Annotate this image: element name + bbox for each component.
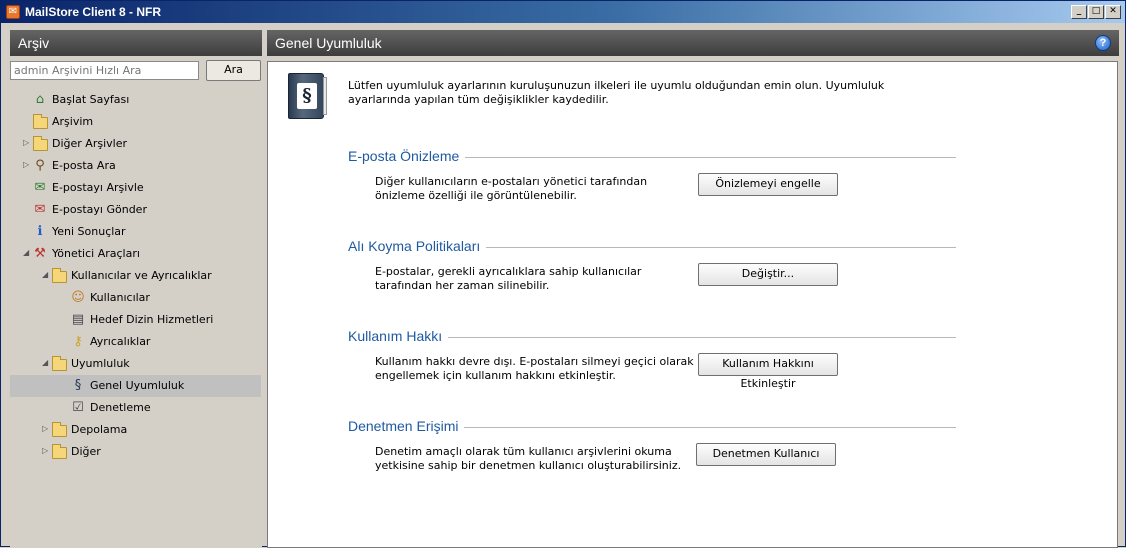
tree-item-e-posta-ara[interactable]: ▷ ⚲ E-posta Ara [10, 155, 261, 177]
tree-item-diger[interactable]: ▷ Diğer [10, 441, 261, 463]
tree-item-hedef-dizin-hizmetleri[interactable]: ▤ Hedef Dizin Hizmetleri [10, 309, 261, 331]
archive-pane: Arşiv Ara ⌂ Başlat Sayfası Arşivim ▷ Diğer A… [10, 30, 262, 548]
tree-item-denetleme[interactable]: ☑ Denetleme [10, 397, 261, 419]
tree-item-arsivim[interactable]: Arşivim [10, 111, 261, 133]
block-preview-button[interactable]: Önizlemeyi engelle [698, 173, 838, 196]
help-icon[interactable]: ? [1095, 35, 1111, 51]
collapsed-arrow-icon[interactable]: ▷ [42, 424, 50, 434]
law-book-icon: § [288, 73, 327, 119]
tree-item-label: Kullanıcılar [90, 291, 150, 304]
tree-item-yeni-sonuclar[interactable]: ℹ Yeni Sonuçlar [10, 221, 261, 243]
tree-item-label: Kullanıcılar ve Ayrıcalıklar [71, 269, 212, 282]
directory-services-icon: ▤ [71, 312, 85, 327]
tree-item-label: Yönetici Araçları [52, 247, 140, 260]
minimize-button[interactable]: _ [1071, 5, 1087, 19]
folder-icon [52, 422, 67, 437]
expanded-arrow-icon[interactable]: ◢ [23, 248, 31, 258]
maximize-button[interactable]: □ [1088, 5, 1104, 19]
quick-search-input[interactable] [10, 61, 199, 80]
archive-pane-header: Arşiv [10, 30, 262, 56]
intro-text: Lütfen uyumluluk ayarlarının kuruluşunuz… [348, 79, 885, 106]
general-compliance-pane: Genel Uyumluluk ? § Lütfen uyumluluk aya… [267, 30, 1119, 548]
section-title: Denetmen Erişimi [348, 418, 465, 434]
page-title-bar: Genel Uyumluluk ? [267, 30, 1119, 56]
tree-item-uyumluluk[interactable]: ◢ Uyumluluk [10, 353, 261, 375]
folder-icon [52, 444, 67, 459]
magnifier-icon: ⚲ [35, 158, 45, 173]
title-bar: ✉ MailStore Client 8 - NFR _ □ ✕ [1, 1, 1125, 23]
tree-item-label: Başlat Sayfası [52, 93, 130, 106]
tree-item-e-postayi-arsivle[interactable]: ✉ E-postayı Arşivle [10, 177, 261, 199]
folder-icon [33, 114, 48, 129]
tree-item-label: Uyumluluk [71, 357, 130, 370]
folder-icon [52, 268, 67, 283]
tree-item-label: Hedef Dizin Hizmetleri [90, 313, 214, 326]
info-icon: ℹ [37, 224, 43, 239]
change-button[interactable]: Değiştir... [698, 263, 838, 286]
archive-email-icon: ✉ [34, 180, 46, 195]
tree-item-diger-arsivler[interactable]: ▷ Diğer Arşivler [10, 133, 261, 155]
section-description: Denetim amaçlı olarak tüm kullanıcı arşi… [375, 445, 682, 472]
tree-item-kullanicilar[interactable]: ☺ Kullanıcılar [10, 287, 261, 309]
quick-search-row: Ara [10, 56, 262, 86]
section-title: Kullanım Hakkı [348, 328, 449, 344]
tree-item-label: Ayrıcalıklar [90, 335, 151, 348]
section-title: E-posta Önizleme [348, 148, 466, 164]
tree-item-baslat-sayfasi[interactable]: ⌂ Başlat Sayfası [10, 89, 261, 111]
collapsed-arrow-icon[interactable]: ▷ [23, 160, 31, 170]
search-button[interactable]: Ara [206, 60, 261, 81]
tree-item-label: Diğer [71, 445, 101, 458]
main-window: ✉ MailStore Client 8 - NFR _ □ ✕ Arşiv A… [0, 0, 1126, 548]
tree-item-genel-uyumluluk[interactable]: § Genel Uyumluluk [10, 375, 261, 397]
enable-legal-hold-button[interactable]: Kullanım Hakkını Etkinleştir [698, 353, 838, 390]
mailstore-app-icon: ✉ [6, 5, 20, 19]
tree-item-ayricaliklar[interactable]: ⚷ Ayrıcalıklar [10, 331, 261, 353]
content-area: § Lütfen uyumluluk ayarlarının kuruluşun… [267, 61, 1118, 548]
folder-icon [33, 136, 48, 151]
page-title: Genel Uyumluluk [275, 35, 382, 51]
tree-item-label: E-postayı Gönder [52, 203, 147, 216]
tree-item-yonetici-araclari[interactable]: ◢ ⚒ Yönetici Araçları [10, 243, 261, 265]
home-icon: ⌂ [35, 92, 45, 107]
tree-item-depolama[interactable]: ▷ Depolama [10, 419, 261, 441]
audit-icon: ☑ [72, 400, 84, 415]
law-book-icon: § [74, 378, 82, 393]
tree-item-label: Depolama [71, 423, 128, 436]
send-email-icon: ✉ [34, 202, 46, 217]
close-button[interactable]: ✕ [1105, 5, 1121, 19]
section-description: Kullanım hakkı devre dışı. E-postaları s… [375, 355, 694, 382]
folder-icon [52, 356, 67, 371]
tree-item-label: E-posta Ara [52, 159, 116, 172]
collapsed-arrow-icon[interactable]: ▷ [23, 138, 31, 148]
user-icon: ☺ [71, 290, 85, 305]
tree-item-e-postayi-gonder[interactable]: ✉ E-postayı Gönder [10, 199, 261, 221]
section-description: Diğer kullanıcıların e-postaları yönetic… [375, 175, 648, 202]
expanded-arrow-icon[interactable]: ◢ [42, 270, 50, 280]
tree-item-label: Diğer Arşivler [52, 137, 127, 150]
auditor-user-button[interactable]: Denetmen Kullanıcı [696, 443, 836, 466]
tree-item-label: E-postayı Arşivle [52, 181, 144, 194]
tree-item-label: Yeni Sonuçlar [52, 225, 126, 238]
expanded-arrow-icon[interactable]: ◢ [42, 358, 50, 368]
section-title: Alı Koyma Politikaları [348, 238, 487, 254]
tree-item-label: Genel Uyumluluk [90, 379, 185, 392]
window-title: MailStore Client 8 - NFR [25, 5, 162, 19]
tree-item-label: Arşivim [52, 115, 94, 128]
tree-item-label: Denetleme [90, 401, 151, 414]
admin-tools-icon: ⚒ [34, 246, 46, 261]
tree-item-kullanicilar-ve-ayricaliklar[interactable]: ◢ Kullanıcılar ve Ayrıcalıklar [10, 265, 261, 287]
key-icon: ⚷ [73, 334, 83, 349]
section-description: E-postalar, gerekli ayrıcalıklara sahip … [375, 265, 642, 292]
collapsed-arrow-icon[interactable]: ▷ [42, 446, 50, 456]
